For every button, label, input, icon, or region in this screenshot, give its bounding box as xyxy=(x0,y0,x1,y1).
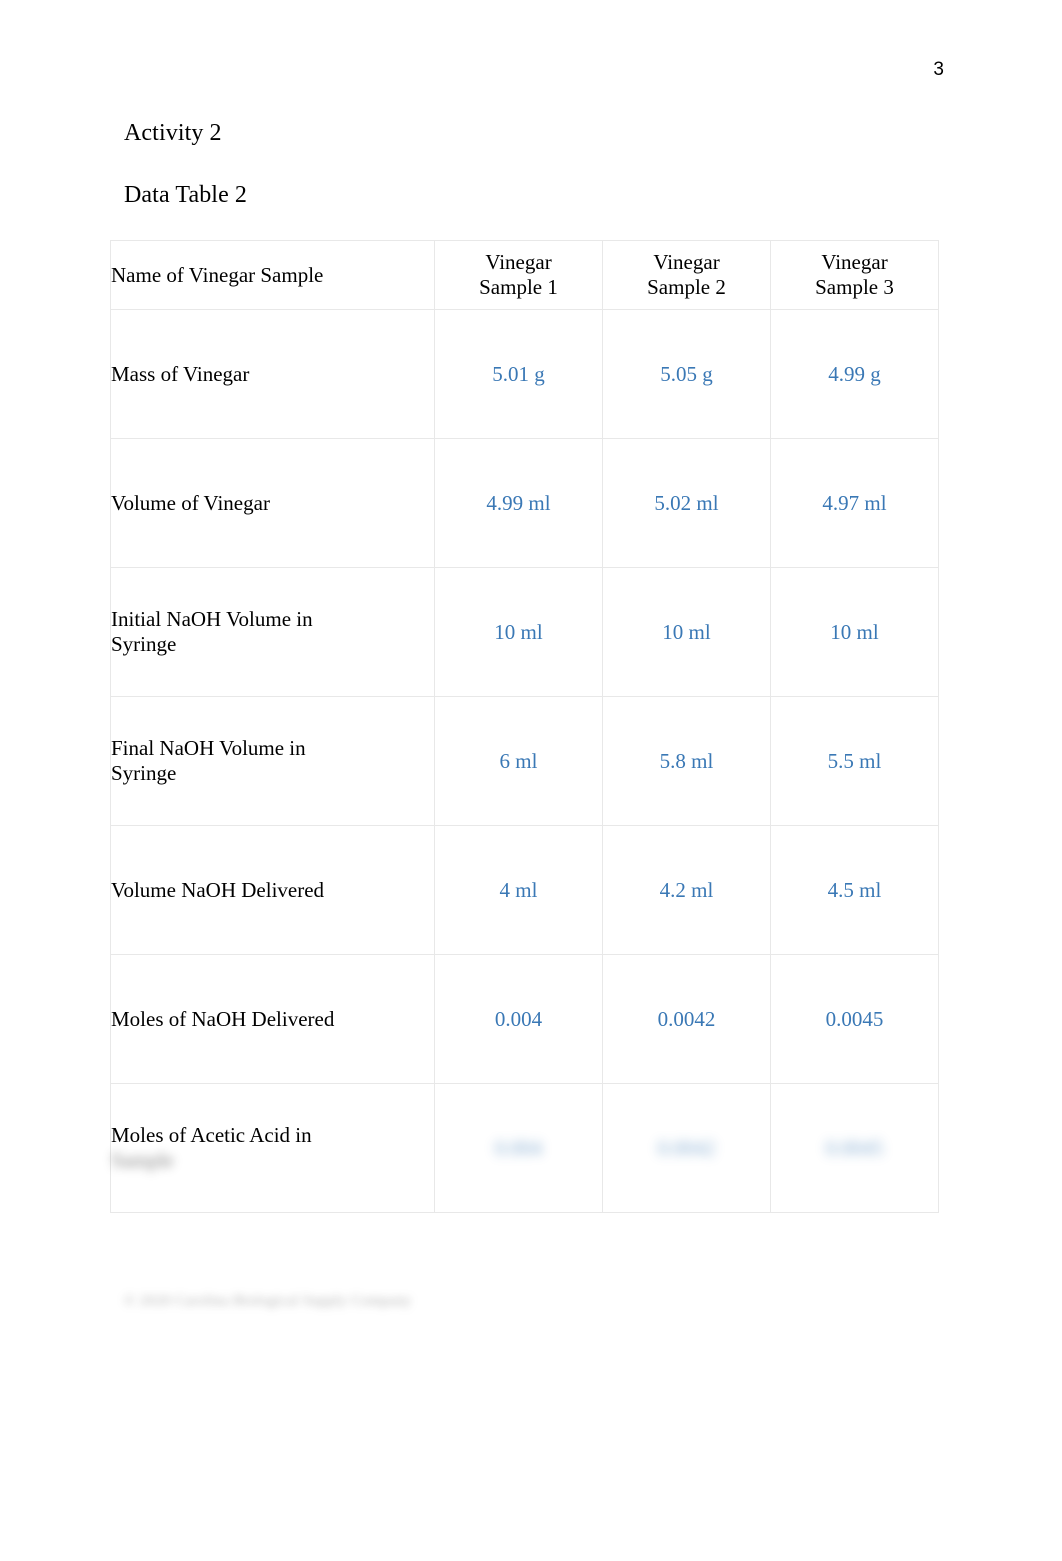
cell-initial-naoh-sample-1[interactable]: 10 ml xyxy=(434,567,603,697)
cell-moles-naoh-sample-3[interactable]: 0.0045 xyxy=(770,954,939,1084)
cell-mass-sample-1[interactable]: 5.01 g xyxy=(434,309,603,439)
cell-initial-naoh-sample-2[interactable]: 10 ml xyxy=(602,567,771,697)
header-cell-name: Name of Vinegar Sample xyxy=(110,240,435,310)
footer-copyright-redacted: © 2020 Carolina Biological Supply Compan… xyxy=(124,1293,412,1309)
header-sample-2-line-2: Sample 2 xyxy=(647,275,726,299)
row-label-moles-acetic-acid: Moles of Acetic Acid in Sample xyxy=(110,1083,435,1213)
cell-volume-naoh-sample-2[interactable]: 4.2 ml xyxy=(602,825,771,955)
row-label-line-1: Initial NaOH Volume in xyxy=(111,607,313,632)
table-row: Final NaOH Volume in Syringe 6 ml 5.8 ml… xyxy=(110,696,939,826)
table-row-redacted: Moles of Acetic Acid in Sample 0.004 0.0… xyxy=(110,1083,939,1213)
cell-final-naoh-sample-3[interactable]: 5.5 ml xyxy=(770,696,939,826)
table-row: Initial NaOH Volume in Syringe 10 ml 10 … xyxy=(110,567,939,697)
redacted-value: 0.0042 xyxy=(657,1135,716,1160)
row-label-line-1: Moles of Acetic Acid in xyxy=(111,1123,312,1148)
cell-volume-vinegar-sample-1[interactable]: 4.99 ml xyxy=(434,438,603,568)
cell-volume-vinegar-sample-2[interactable]: 5.02 ml xyxy=(602,438,771,568)
table-row: Volume NaOH Delivered 4 ml 4.2 ml 4.5 ml xyxy=(110,825,939,955)
row-label-line-2-redacted: Sample xyxy=(111,1148,174,1172)
page-footer: © 2020 Carolina Biological Supply Compan… xyxy=(124,1292,411,1310)
table-row: Moles of NaOH Delivered 0.004 0.0042 0.0… xyxy=(110,954,939,1084)
page-number: 3 xyxy=(933,59,944,80)
cell-initial-naoh-sample-3[interactable]: 10 ml xyxy=(770,567,939,697)
header-sample-1-line-1: Vinegar xyxy=(485,250,552,275)
row-label-line-2: Syringe xyxy=(111,761,177,785)
cell-volume-naoh-sample-1[interactable]: 4 ml xyxy=(434,825,603,955)
activity-heading: Activity 2 xyxy=(124,120,222,146)
header-sample-3-line-2: Sample 3 xyxy=(815,275,894,299)
header-sample-3-line-1: Vinegar xyxy=(821,250,888,275)
row-label-volume-of-vinegar: Volume of Vinegar xyxy=(110,438,435,568)
row-label-initial-naoh-volume: Initial NaOH Volume in Syringe xyxy=(110,567,435,697)
row-label-line-2: Syringe xyxy=(111,632,177,656)
data-table-container: Name of Vinegar Sample Vinegar Sample 1 … xyxy=(110,240,939,1213)
table-row: Mass of Vinegar 5.01 g 5.05 g 4.99 g xyxy=(110,309,939,439)
cell-final-naoh-sample-1[interactable]: 6 ml xyxy=(434,696,603,826)
cell-moles-naoh-sample-2[interactable]: 0.0042 xyxy=(602,954,771,1084)
cell-moles-naoh-sample-1[interactable]: 0.004 xyxy=(434,954,603,1084)
document-page: 3 Activity 2 Data Table 2 Name of Vinega… xyxy=(0,0,1062,1561)
row-label-volume-naoh-delivered: Volume NaOH Delivered xyxy=(110,825,435,955)
cell-final-naoh-sample-2[interactable]: 5.8 ml xyxy=(602,696,771,826)
cell-volume-naoh-sample-3[interactable]: 4.5 ml xyxy=(770,825,939,955)
header-cell-sample-1: Vinegar Sample 1 xyxy=(434,240,603,310)
header-sample-2-line-1: Vinegar xyxy=(653,250,720,275)
data-table-2: Name of Vinegar Sample Vinegar Sample 1 … xyxy=(110,240,939,1213)
cell-moles-acetic-acid-sample-1[interactable]: 0.004 xyxy=(434,1083,603,1213)
row-label-moles-naoh-delivered: Moles of NaOH Delivered xyxy=(110,954,435,1084)
data-table-heading: Data Table 2 xyxy=(124,181,248,208)
row-label-line-1: Final NaOH Volume in xyxy=(111,736,306,761)
header-cell-sample-2: Vinegar Sample 2 xyxy=(602,240,771,310)
row-label-mass-of-vinegar: Mass of Vinegar xyxy=(110,309,435,439)
table-header-row: Name of Vinegar Sample Vinegar Sample 1 … xyxy=(110,240,939,310)
heading-block: Activity 2 Data Table 2 xyxy=(124,120,944,209)
cell-moles-acetic-acid-sample-3[interactable]: 0.0045 xyxy=(770,1083,939,1213)
cell-moles-acetic-acid-sample-2[interactable]: 0.0042 xyxy=(602,1083,771,1213)
redacted-value: 0.004 xyxy=(494,1135,543,1160)
cell-mass-sample-2[interactable]: 5.05 g xyxy=(602,309,771,439)
row-label-final-naoh-volume: Final NaOH Volume in Syringe xyxy=(110,696,435,826)
header-cell-sample-3: Vinegar Sample 3 xyxy=(770,240,939,310)
table-row: Volume of Vinegar 4.99 ml 5.02 ml 4.97 m… xyxy=(110,438,939,568)
cell-volume-vinegar-sample-3[interactable]: 4.97 ml xyxy=(770,438,939,568)
header-sample-1-line-2: Sample 1 xyxy=(479,275,558,299)
cell-mass-sample-3[interactable]: 4.99 g xyxy=(770,309,939,439)
redacted-value: 0.0045 xyxy=(825,1135,884,1160)
